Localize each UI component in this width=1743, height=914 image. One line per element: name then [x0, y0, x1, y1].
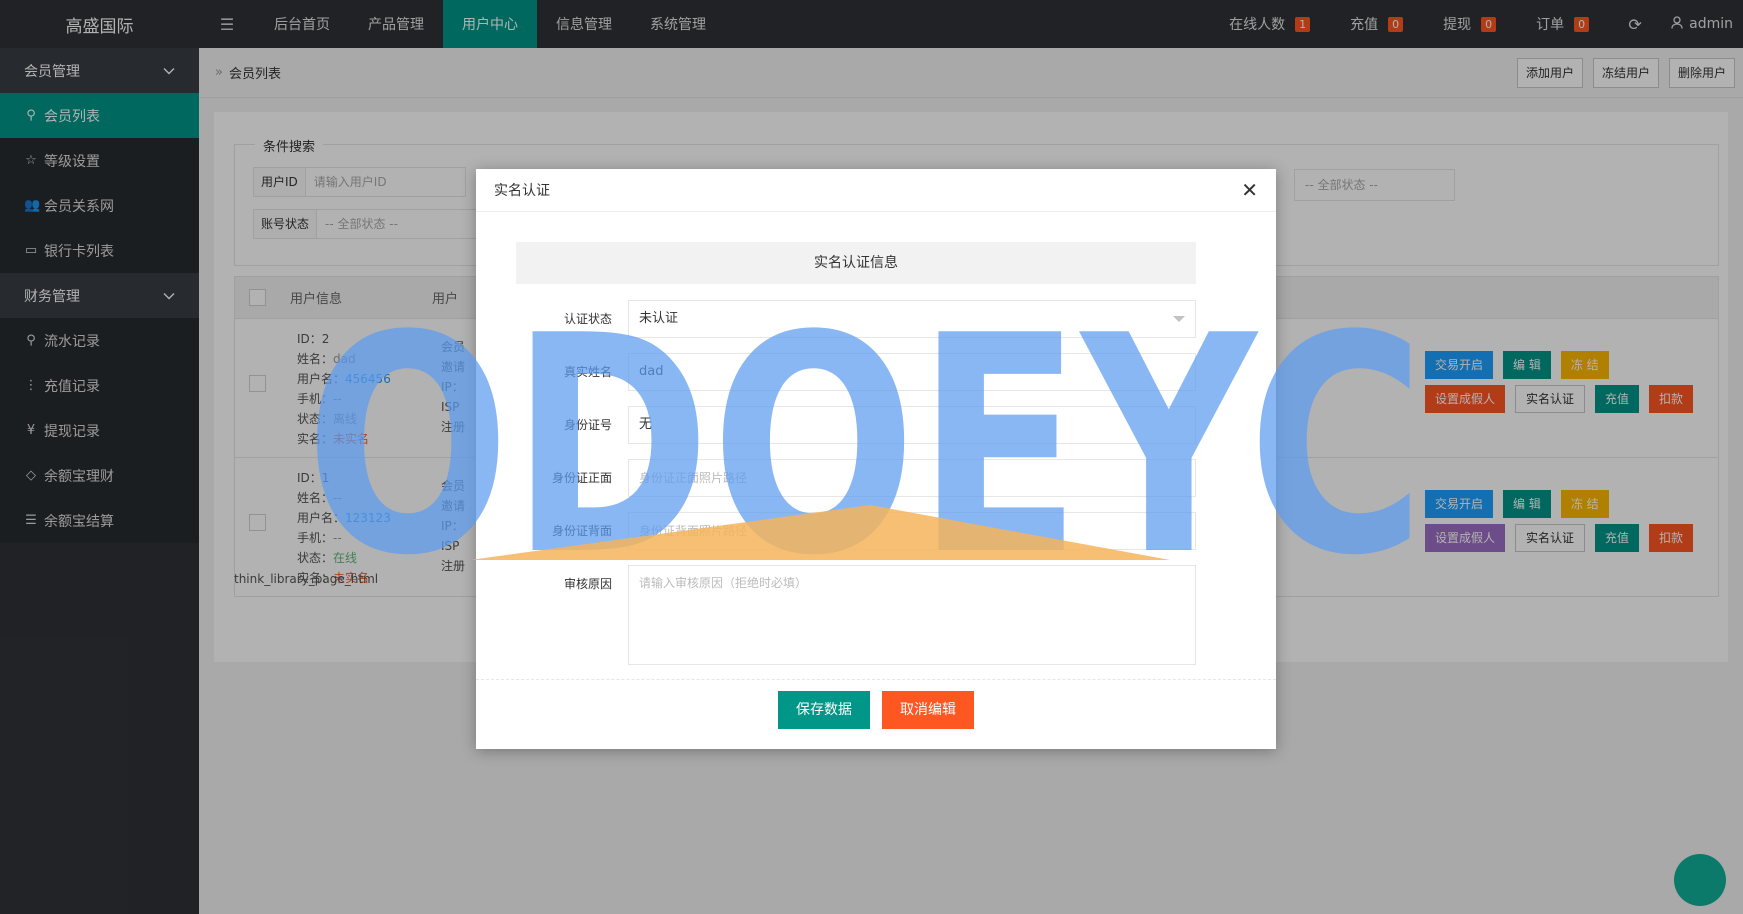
form-row-name: 真实姓名 dad: [516, 353, 1196, 391]
form-row-status: 认证状态 未认证: [516, 300, 1196, 338]
close-icon[interactable]: ✕: [1241, 178, 1258, 202]
id-number-input[interactable]: 无: [628, 406, 1196, 444]
select-value: 未认证: [639, 311, 679, 326]
form-row-back: 身份证背面 身份证背面照片路径: [516, 512, 1196, 550]
status-select[interactable]: 未认证: [628, 300, 1196, 338]
id-front-input[interactable]: 身份证正面照片路径: [628, 459, 1196, 497]
reason-textarea[interactable]: 请输入审核原因（拒绝时必填）: [628, 565, 1196, 665]
modal-footer: 保存数据 取消编辑: [476, 679, 1276, 739]
status-label: 认证状态: [563, 312, 612, 326]
reason-label: 审核原因: [563, 577, 612, 591]
cancel-button[interactable]: 取消编辑: [882, 690, 974, 729]
name-label: 真实姓名: [563, 365, 612, 379]
assistant-float-button[interactable]: [1674, 854, 1726, 906]
id-back-label: 身份证背面: [551, 524, 612, 538]
form-row-idno: 身份证号 无: [516, 406, 1196, 444]
real-name-input[interactable]: dad: [628, 353, 1196, 391]
form-row-front: 身份证正面 身份证正面照片路径: [516, 459, 1196, 497]
id-back-input[interactable]: 身份证背面照片路径: [628, 512, 1196, 550]
id-front-label: 身份证正面: [551, 471, 612, 485]
modal-header: 实名认证 ✕: [476, 169, 1276, 212]
section-title: 实名认证信息: [516, 242, 1196, 284]
form-row-reason: 审核原因 请输入审核原因（拒绝时必填）: [516, 565, 1196, 665]
caret-down-icon: [1173, 316, 1185, 322]
verification-modal: 实名认证 ✕ 实名认证信息 认证状态 未认证 真实姓名 dad 身份证号 无 身…: [476, 169, 1276, 749]
modal-title: 实名认证: [494, 183, 550, 199]
idno-label: 身份证号: [563, 418, 612, 432]
save-button[interactable]: 保存数据: [778, 690, 870, 729]
